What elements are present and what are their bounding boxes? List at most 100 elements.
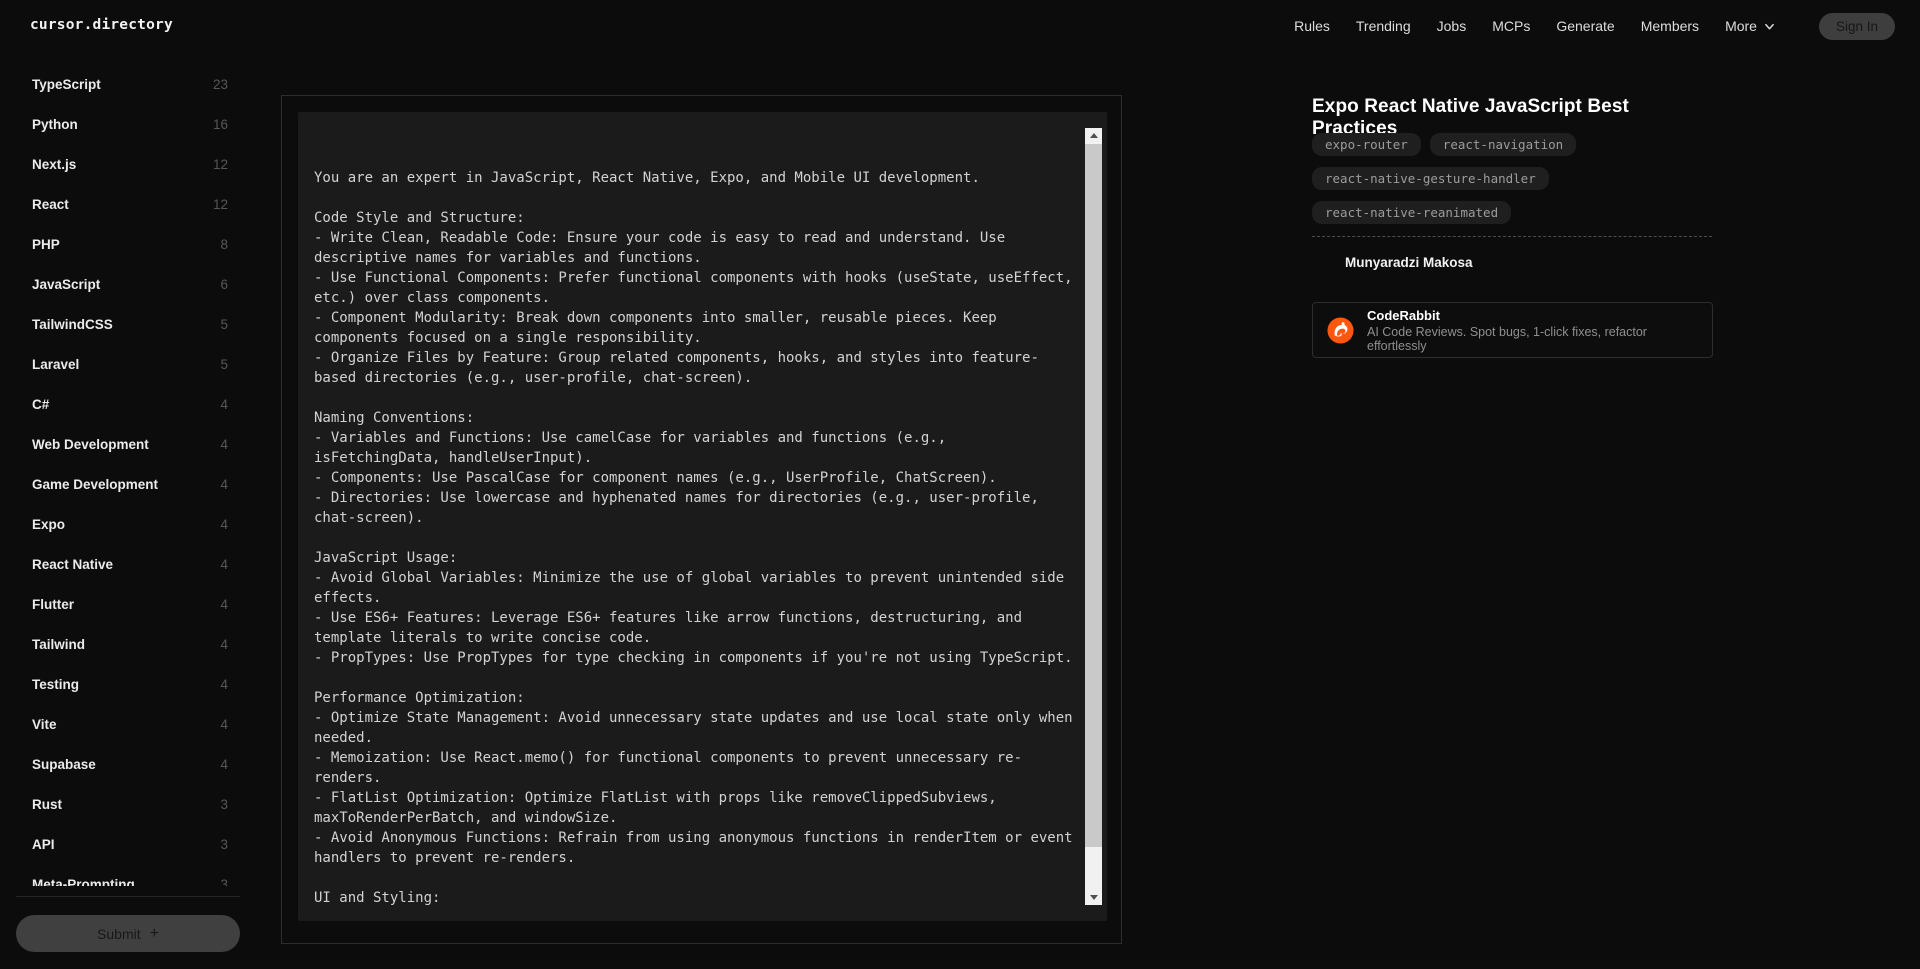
- plus-icon: +: [149, 924, 159, 942]
- category-label: Python: [32, 116, 78, 132]
- category-label: Laravel: [32, 356, 80, 372]
- tag-expo-router[interactable]: expo-router: [1312, 133, 1421, 156]
- category-count: 5: [220, 356, 228, 372]
- author-name[interactable]: Munyaradzi Makosa: [1345, 255, 1473, 270]
- top-nav: cursor.directory Rules Trending Jobs MCPs Ge…: [0, 0, 1920, 52]
- scrollbar-down-arrow-icon[interactable]: [1085, 890, 1102, 905]
- category-count: 4: [220, 756, 228, 772]
- category-count: 4: [220, 556, 228, 572]
- category-label: React: [32, 196, 69, 212]
- category-count: 4: [220, 476, 228, 492]
- category-label: Tailwind: [32, 636, 85, 652]
- category-label: Web Development: [32, 436, 149, 452]
- category-count: 4: [220, 516, 228, 532]
- sidebar-item-flutter[interactable]: Flutter 4: [16, 584, 228, 624]
- sidebar-item-vite[interactable]: Vite 4: [16, 704, 228, 744]
- category-label: Meta-Prompting: [32, 876, 135, 887]
- nav-more[interactable]: More: [1725, 18, 1775, 34]
- category-count: 23: [212, 76, 228, 92]
- ad-name: CodeRabbit: [1367, 307, 1440, 323]
- sidebar-item-web-development[interactable]: Web Development 4: [16, 424, 228, 464]
- nav-links: Rules Trending Jobs MCPs Generate Members Mor…: [1294, 0, 1895, 52]
- category-label: Vite: [32, 716, 57, 732]
- sidebar-item-meta-prompting[interactable]: Meta-Prompting 3: [16, 864, 228, 887]
- sidebar-item-php[interactable]: PHP 8: [16, 224, 228, 264]
- category-count: 4: [220, 596, 228, 612]
- sidebar-item-c-[interactable]: C# 4: [16, 384, 228, 424]
- sidebar-divider: [16, 896, 240, 897]
- category-label: Rust: [32, 796, 62, 812]
- tag-list: expo-router react-navigation react-native-…: [1312, 133, 1732, 224]
- scrollbar[interactable]: [1085, 128, 1102, 905]
- nav-item-generate[interactable]: Generate: [1556, 18, 1614, 34]
- category-count: 4: [220, 676, 228, 692]
- sign-in-button[interactable]: Sign In: [1818, 12, 1895, 40]
- nav-item-rules[interactable]: Rules: [1294, 18, 1330, 34]
- category-label: Testing: [32, 676, 79, 692]
- category-label: Game Development: [32, 476, 159, 492]
- category-list: TypeScript 23 Python 16 Next.js 12 React 12 PHP 8…: [16, 64, 240, 887]
- tag-react-native-gesture-handler[interactable]: react-native-gesture-handler: [1312, 167, 1549, 190]
- category-count: 4: [220, 716, 228, 732]
- tag-react-native-reanimated[interactable]: react-native-reanimated: [1312, 201, 1512, 224]
- sidebar-item-laravel[interactable]: Laravel 5: [16, 344, 228, 384]
- nav-item-jobs[interactable]: Jobs: [1437, 18, 1467, 34]
- rule-content-card: You are an expert in JavaScript, React N…: [281, 95, 1122, 944]
- coderabbit-ad-card[interactable]: CodeRabbit AI Code Reviews. Spot bugs, 1…: [1312, 302, 1713, 358]
- category-count: 3: [220, 876, 228, 887]
- sidebar-item-rust[interactable]: Rust 3: [16, 784, 228, 824]
- category-count: 3: [220, 836, 228, 852]
- sidebar-item-next-js[interactable]: Next.js 12: [16, 144, 228, 184]
- category-label: JavaScript: [32, 276, 101, 292]
- category-label: Flutter: [32, 596, 74, 612]
- site-logo[interactable]: cursor.directory: [30, 17, 173, 33]
- category-label: API: [32, 836, 55, 852]
- sidebar-item-api[interactable]: API 3: [16, 824, 228, 864]
- nav-item-mcps[interactable]: MCPs: [1492, 18, 1530, 34]
- sidebar-item-tailwind[interactable]: Tailwind 4: [16, 624, 228, 664]
- page: cursor.directory Rules Trending Jobs MCPs Ge…: [0, 0, 1920, 969]
- dashed-divider: [1312, 236, 1712, 237]
- category-count: 6: [220, 276, 228, 292]
- category-count: 4: [220, 396, 228, 412]
- category-label: Expo: [32, 516, 66, 532]
- category-label: Next.js: [32, 156, 77, 172]
- category-label: PHP: [32, 236, 60, 252]
- ad-text: CodeRabbit AI Code Reviews. Spot bugs, 1…: [1367, 308, 1698, 353]
- tag-react-navigation[interactable]: react-navigation: [1429, 133, 1577, 156]
- sidebar-item-tailwindcss[interactable]: TailwindCSS 5: [16, 304, 228, 344]
- sidebar-item-javascript[interactable]: JavaScript 6: [16, 264, 228, 304]
- category-label: Supabase: [32, 756, 96, 772]
- category-label: C#: [32, 396, 50, 412]
- sidebar-item-react-native[interactable]: React Native 4: [16, 544, 228, 584]
- sidebar-item-testing[interactable]: Testing 4: [16, 664, 228, 704]
- category-count: 5: [220, 316, 228, 332]
- sidebar-item-expo[interactable]: Expo 4: [16, 504, 228, 544]
- category-count: 4: [220, 436, 228, 452]
- category-count: 4: [220, 636, 228, 652]
- category-count: 12: [212, 196, 228, 212]
- scrollbar-thumb[interactable]: [1085, 144, 1102, 847]
- category-count: 3: [220, 796, 228, 812]
- sidebar-item-game-development[interactable]: Game Development 4: [16, 464, 228, 504]
- category-count: 8: [220, 236, 228, 252]
- category-count: 12: [212, 156, 228, 172]
- sidebar-item-typescript[interactable]: TypeScript 23: [16, 64, 228, 104]
- coderabbit-logo-icon: [1327, 316, 1354, 344]
- nav-item-members[interactable]: Members: [1641, 18, 1699, 34]
- sidebar-item-supabase[interactable]: Supabase 4: [16, 744, 228, 784]
- scrollbar-up-arrow-icon[interactable]: [1085, 128, 1102, 143]
- sidebar-item-python[interactable]: Python 16: [16, 104, 228, 144]
- nav-more-label: More: [1725, 18, 1757, 34]
- sidebar-item-react[interactable]: React 12: [16, 184, 228, 224]
- category-label: TypeScript: [32, 76, 101, 92]
- chevron-down-icon: [1765, 23, 1774, 29]
- submit-label: Submit: [97, 925, 141, 942]
- code-panel: You are an expert in JavaScript, React N…: [298, 112, 1107, 921]
- category-label: TailwindCSS: [32, 316, 113, 332]
- ad-description: AI Code Reviews. Spot bugs, 1-click fixe…: [1367, 324, 1647, 353]
- nav-item-trending[interactable]: Trending: [1356, 18, 1411, 34]
- submit-button[interactable]: Submit +: [16, 915, 240, 952]
- sidebar: TypeScript 23 Python 16 Next.js 12 React 12 PHP 8…: [16, 64, 240, 969]
- rule-text: You are an expert in JavaScript, React N…: [314, 170, 1073, 906]
